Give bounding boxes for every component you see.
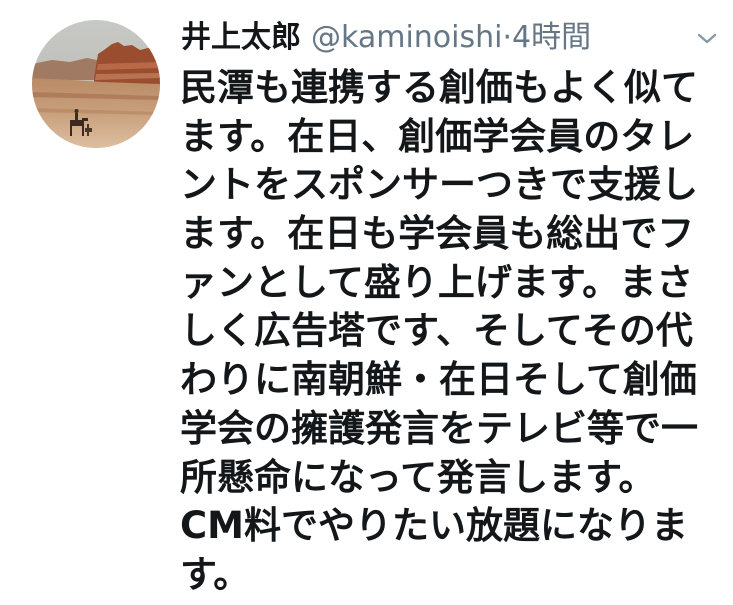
tweet-text-line: 民潭も連携する創価もよく似て [180, 66, 698, 109]
tweet-card[interactable]: 井上太郎 @kaminoishi·4時間 民潭も連携する創価もよく似て ます。在日… [0, 0, 733, 605]
tweet-text-line: 所懸命になって発言します。 [180, 455, 656, 499]
meta-separator: · [502, 20, 513, 55]
tweet-text-line: CM料でやりたい放題になりま [180, 504, 688, 548]
author-name[interactable]: 井上太郎 [181, 20, 301, 55]
chevron-down-icon[interactable] [694, 30, 720, 48]
tweet-text-line: 学会の擁護発言をテレビ等で一 [180, 406, 698, 450]
tweet-text-line: す。 [180, 552, 251, 596]
tweet-text-line: ます。在日も学会員も総出でフ [180, 212, 695, 256]
tweet-text-line: わりに南朝鮮・在日そして創価 [180, 358, 697, 402]
tweet-text-line: ントをスポンサーつきで支援し [180, 163, 698, 207]
avatar-image [32, 20, 160, 148]
tweet-header: 井上太郎 @kaminoishi·4時間 [181, 18, 591, 58]
tweet-text-line: しく広告塔です、そしてその代 [180, 309, 693, 353]
tweet-text-line: ます。在日、創価学会員のタレ [180, 114, 695, 158]
avatar[interactable] [32, 20, 160, 148]
tweet-timestamp[interactable]: 4時間 [512, 20, 591, 55]
tweet-text-line: ァンとして盛り上げます。まさ [180, 260, 694, 304]
tweet-text: 民潭も連携する創価もよく似て ます。在日、創価学会員のタレ ントをスポンサーつき… [180, 64, 725, 600]
author-handle[interactable]: @kaminoishi [311, 20, 502, 55]
